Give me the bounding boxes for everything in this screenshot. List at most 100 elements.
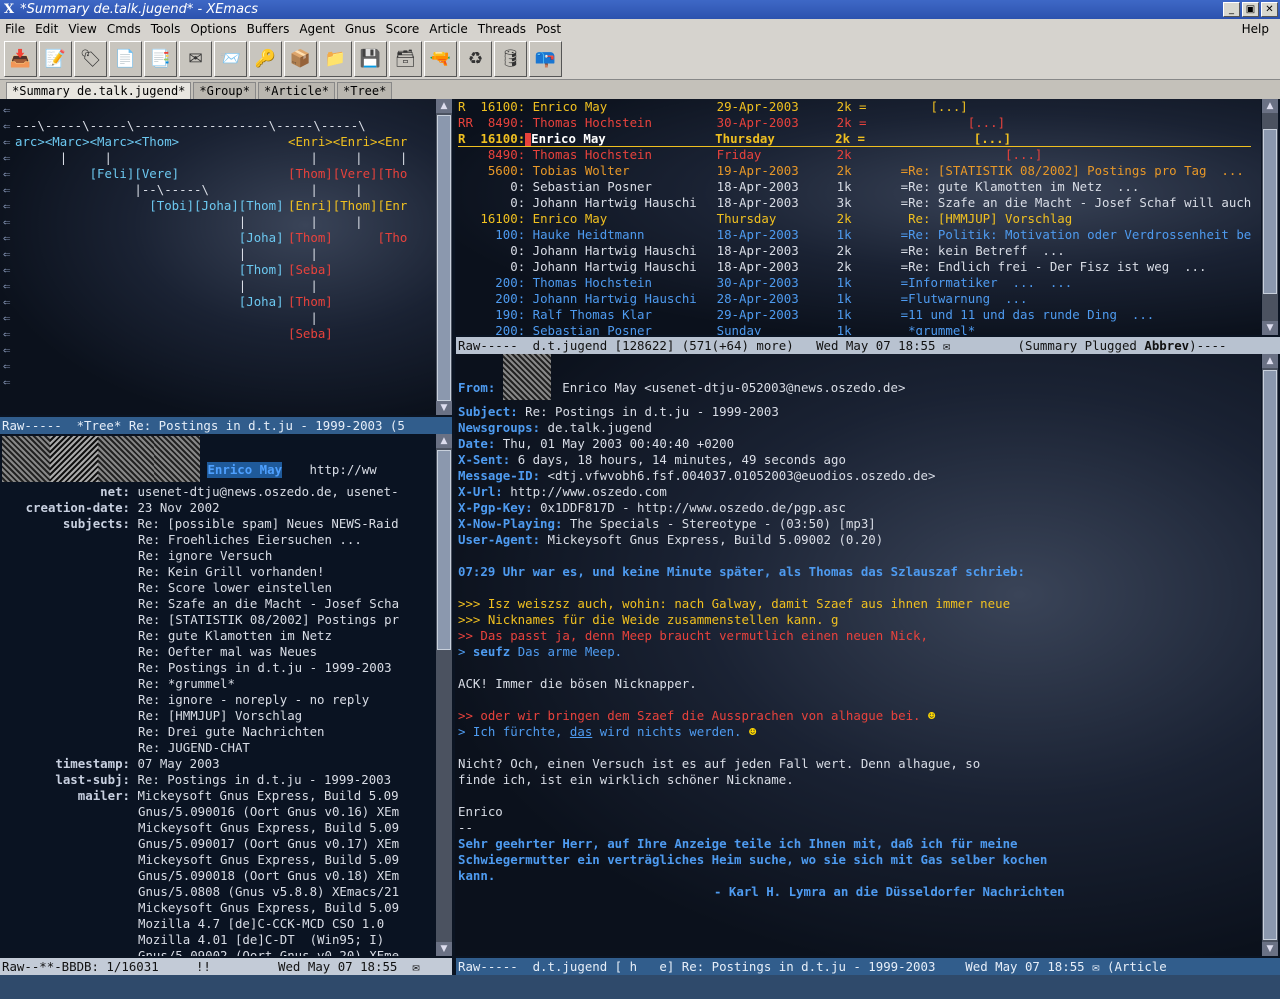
- x-face-image: [502, 354, 551, 400]
- tree-modeline[interactable]: Raw----- *Tree* Re: Postings in d.t.ju -…: [0, 417, 452, 434]
- recycle-icon[interactable]: ♻: [459, 40, 492, 77]
- tree-pane[interactable]: ⇐ ⇐ ⇐ ⇐ ⇐ ⇐ ⇐ ⇐ ⇐ ⇐ ⇐ ⇐ ⇐ ⇐ ⇐ ⇐ ⇐ ⇐ ---\-----\-----\-----…: [0, 99, 436, 415]
- menu-file[interactable]: File: [0, 22, 30, 36]
- maximize-button[interactable]: ▣: [1242, 2, 1259, 17]
- tag-icon[interactable]: 🏷: [74, 40, 107, 77]
- package-icon[interactable]: 📦: [284, 40, 317, 77]
- header-value[interactable]: de.talk.jugend: [548, 420, 652, 435]
- tab-tree[interactable]: *Tree*: [337, 82, 393, 99]
- close-button[interactable]: ✕: [1261, 2, 1278, 17]
- summary-row[interactable]: 0: Johann Hartwig Hauschi 18-Apr-2003 2k =R…: [458, 259, 1251, 275]
- tree-line[interactable]: [Seba]: [288, 262, 407, 278]
- summary-pane[interactable]: R 16100: Enrico May 29-Apr-2003 2k = [...]…: [455, 99, 1261, 335]
- mail-reply-icon[interactable]: 📨: [214, 40, 247, 77]
- menu-gnus[interactable]: Gnus: [340, 22, 381, 36]
- summary-modeline[interactable]: Raw----- d.t.jugend [128622] (571(+64) m…: [456, 337, 1280, 354]
- tree-line[interactable]: [Thom][Vere][Tho: [288, 166, 407, 182]
- menu-agent[interactable]: Agent: [294, 22, 340, 36]
- bbdb-modeline[interactable]: Raw--**-BBDB: 1/16031 !! Wed May 07 18:5…: [0, 958, 452, 975]
- summary-row[interactable]: R 16100: Enrico May 29-Apr-2003 2k = [...]: [458, 99, 1251, 115]
- tree-scrollbar[interactable]: ▲ ▼: [436, 99, 452, 415]
- tree-line[interactable]: [Enri][Thom][Enr: [288, 198, 407, 214]
- scroll-down-arrow-icon[interactable]: ▼: [1262, 942, 1278, 956]
- menu-cmds[interactable]: Cmds: [102, 22, 146, 36]
- summary-row[interactable]: RR 8490: Thomas Hochstein 30-Apr-2003 2k =…: [458, 115, 1251, 131]
- scroll-down-arrow-icon[interactable]: ▼: [436, 401, 452, 415]
- document-icon[interactable]: 📄: [109, 40, 142, 77]
- summary-row[interactable]: 0: Johann Hartwig Hauschi 18-Apr-2003 2k =R…: [458, 243, 1251, 259]
- menu-view[interactable]: View: [63, 22, 101, 36]
- header-value: Re: Postings in d.t.ju - 1999-2003: [525, 404, 779, 419]
- menu-buffers[interactable]: Buffers: [242, 22, 295, 36]
- header-value-from[interactable]: Enrico May <usenet-dtju-052003@news.osze…: [562, 380, 905, 396]
- tree-line[interactable]: <Enri><Enri><Enr: [288, 134, 407, 150]
- bbdb-field-value[interactable]: usenet-dtju@news.oszedo.de, usenet-: [137, 484, 398, 499]
- menu-tools[interactable]: Tools: [146, 22, 186, 36]
- menu-options[interactable]: Options: [185, 22, 241, 36]
- bbdb-mailer: Mozilla 4.7 [de]C-CCK-MCD CSO 1.0: [138, 916, 385, 931]
- link[interactable]: das: [570, 724, 592, 739]
- gun-icon[interactable]: 🔫: [424, 40, 457, 77]
- key-icon[interactable]: 🔑: [249, 40, 282, 77]
- summary-row[interactable]: 200: Thomas Hochstein 30-Apr-2003 1k =Infor…: [458, 275, 1251, 291]
- summary-row-selected[interactable]: R 16100: Enrico May Thursday 2k = [...]: [458, 131, 1252, 147]
- box-icon[interactable]: 🗃: [389, 40, 422, 77]
- scroll-down-arrow-icon[interactable]: ▼: [436, 942, 452, 956]
- menu-help[interactable]: Help: [1237, 22, 1274, 36]
- summary-row[interactable]: 16100: Enrico May Thursday 2k Re: [HMMJUP]…: [458, 211, 1251, 227]
- article-scrollbar[interactable]: ▲ ▼: [1262, 354, 1278, 956]
- tree-line: |: [288, 246, 318, 261]
- header-value[interactable]: 0x1DDF817D - http://www.oszedo.de/pgp.as…: [540, 500, 846, 515]
- scroll-down-arrow-icon[interactable]: ▼: [1262, 321, 1278, 335]
- tree-line: ---\-----\-----\------------------\-----…: [15, 118, 366, 133]
- minibuffer[interactable]: [0, 975, 1280, 999]
- bbdb-pane[interactable]: Enrico May http://ww net: usenet-dtju@ne…: [0, 434, 436, 956]
- menu-threads[interactable]: Threads: [473, 22, 531, 36]
- scroll-up-arrow-icon[interactable]: ▲: [436, 99, 452, 113]
- scroll-up-arrow-icon[interactable]: ▲: [1262, 99, 1278, 113]
- bbdb-name[interactable]: Enrico May: [207, 462, 283, 478]
- barrel-icon[interactable]: 🛢: [494, 40, 527, 77]
- bbdb-scrollbar[interactable]: ▲ ▼: [436, 434, 452, 956]
- inbox-icon[interactable]: 📥: [4, 40, 37, 77]
- minimize-button[interactable]: _: [1223, 2, 1240, 17]
- bbdb-mailer: Gnus/5.090018 (Oort Gnus v0.18) XEm: [138, 868, 400, 883]
- header-value[interactable]: http://www.oszedo.com: [510, 484, 667, 499]
- tab-summary[interactable]: *Summary de.talk.jugend*: [6, 82, 192, 99]
- mail-icon[interactable]: ✉: [179, 40, 212, 77]
- summary-row[interactable]: 100: Hauke Heidtmann 18-Apr-2003 1k =Re: Po…: [458, 227, 1251, 243]
- tab-article[interactable]: *Article*: [257, 82, 335, 99]
- summary-row[interactable]: 200: Sebastian Posner Sunday 1k *grummel*: [458, 323, 1251, 335]
- folder-icon[interactable]: 📁: [319, 40, 352, 77]
- menu-post[interactable]: Post: [531, 22, 566, 36]
- tree-line[interactable]: [Thom]: [288, 294, 407, 310]
- menu-score[interactable]: Score: [381, 22, 425, 36]
- summary-row[interactable]: 200: Johann Hartwig Hauschi 28-Apr-2003 1k…: [458, 291, 1251, 307]
- summary-row[interactable]: 5600: Tobias Wolter 19-Apr-2003 2k =Re: [ST…: [458, 163, 1251, 179]
- scrollbar-thumb[interactable]: [437, 450, 451, 650]
- bbdb-url[interactable]: http://ww: [310, 462, 377, 478]
- menu-article[interactable]: Article: [424, 22, 473, 36]
- mailbox-icon[interactable]: 📪: [529, 40, 562, 77]
- scrollbar-thumb[interactable]: [437, 115, 451, 401]
- summary-row[interactable]: 0: Sebastian Posner 18-Apr-2003 1k =Re: gut…: [458, 179, 1251, 195]
- scrollbar-thumb[interactable]: [1263, 129, 1277, 294]
- summary-scrollbar[interactable]: ▲ ▼: [1262, 99, 1278, 335]
- summary-row[interactable]: 0: Johann Hartwig Hauschi 18-Apr-2003 3k =R…: [458, 195, 1251, 211]
- save-icon[interactable]: 💾: [354, 40, 387, 77]
- menu-edit[interactable]: Edit: [30, 22, 63, 36]
- tree-line[interactable]: [Thom] [Tho: [288, 230, 407, 246]
- article-modeline[interactable]: Raw----- d.t.jugend [ h e] Re: Postings …: [456, 958, 1280, 975]
- scroll-up-arrow-icon[interactable]: ▲: [1262, 354, 1278, 368]
- article-pane[interactable]: From: Enrico May <usenet-dtju-052003@new…: [455, 354, 1261, 956]
- forward-icon[interactable]: 📑: [144, 40, 177, 77]
- xemacs-logo-icon: X: [4, 2, 15, 17]
- tree-line[interactable]: [Seba]: [288, 326, 407, 342]
- summary-row[interactable]: 190: Ralf Thomas Klar 29-Apr-2003 1k =11 un…: [458, 307, 1251, 323]
- bbdb-mailer: Mozilla 4.01 [de]C-DT (Win95; I): [138, 932, 385, 947]
- scroll-up-arrow-icon[interactable]: ▲: [436, 434, 452, 448]
- scrollbar-thumb[interactable]: [1263, 370, 1277, 940]
- write-icon[interactable]: 📝: [39, 40, 72, 77]
- summary-row[interactable]: 8490: Thomas Hochstein Friday 2k [...]: [458, 147, 1251, 163]
- tab-group[interactable]: *Group*: [193, 82, 256, 99]
